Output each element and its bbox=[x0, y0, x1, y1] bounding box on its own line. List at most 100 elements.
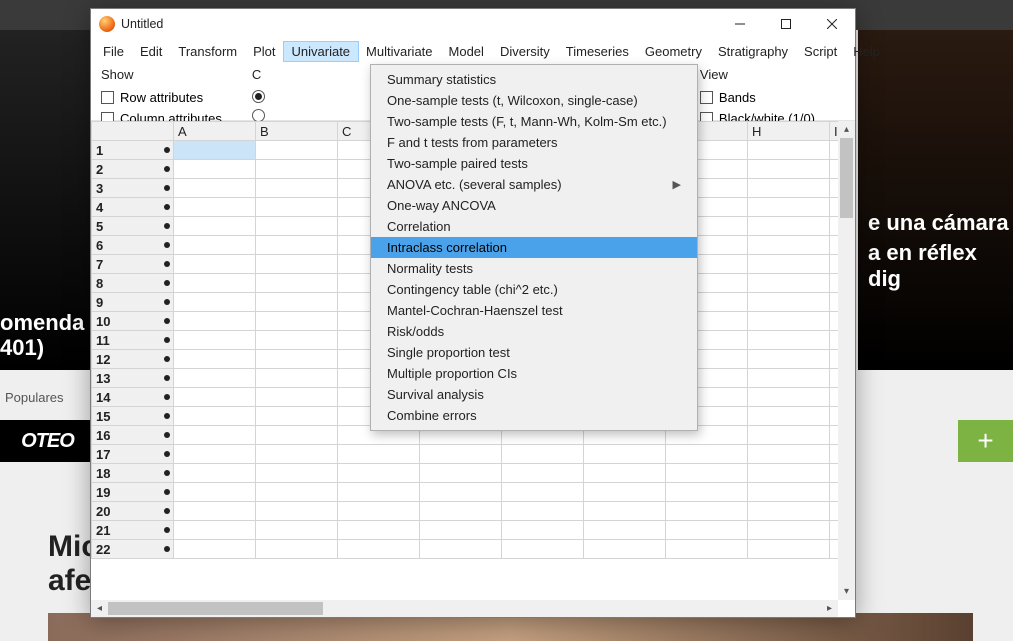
menu-item[interactable]: Two-sample tests (F, t, Mann-Wh, Kolm-Sm… bbox=[371, 111, 697, 132]
titlebar[interactable]: Untitled bbox=[91, 9, 855, 39]
row-header[interactable]: 13 bbox=[92, 369, 174, 388]
menu-item[interactable]: Normality tests bbox=[371, 258, 697, 279]
row-header[interactable]: 21 bbox=[92, 521, 174, 540]
menu-multivariate[interactable]: Multivariate bbox=[358, 42, 440, 61]
column-header[interactable]: B bbox=[256, 122, 338, 141]
row-header[interactable]: 15 bbox=[92, 407, 174, 426]
menu-item[interactable]: Summary statistics bbox=[371, 69, 697, 90]
bg-add-button[interactable]: + bbox=[958, 420, 1013, 462]
horizontal-scrollbar[interactable]: ◂ ▸ bbox=[91, 600, 838, 617]
checkbox-bands[interactable]: Bands bbox=[700, 90, 815, 105]
cell[interactable] bbox=[748, 540, 830, 559]
cell[interactable] bbox=[174, 426, 256, 445]
row-header[interactable]: 6 bbox=[92, 236, 174, 255]
cell[interactable] bbox=[174, 179, 256, 198]
cell[interactable] bbox=[256, 369, 338, 388]
cell[interactable] bbox=[174, 388, 256, 407]
menu-item[interactable]: F and t tests from parameters bbox=[371, 132, 697, 153]
cell[interactable] bbox=[666, 483, 748, 502]
cell[interactable] bbox=[174, 502, 256, 521]
cell[interactable] bbox=[748, 445, 830, 464]
cell[interactable] bbox=[174, 236, 256, 255]
cell[interactable] bbox=[256, 540, 338, 559]
cell[interactable] bbox=[748, 426, 830, 445]
cell[interactable] bbox=[256, 160, 338, 179]
cell[interactable] bbox=[256, 293, 338, 312]
cell[interactable] bbox=[256, 521, 338, 540]
row-header[interactable]: 19 bbox=[92, 483, 174, 502]
row-header[interactable]: 9 bbox=[92, 293, 174, 312]
cell[interactable] bbox=[338, 445, 420, 464]
cell[interactable] bbox=[748, 293, 830, 312]
cell[interactable] bbox=[256, 426, 338, 445]
column-header[interactable]: A bbox=[174, 122, 256, 141]
menu-item[interactable]: Risk/odds bbox=[371, 321, 697, 342]
scroll-track[interactable] bbox=[108, 600, 821, 617]
row-header[interactable]: 1 bbox=[92, 141, 174, 160]
cell[interactable] bbox=[256, 312, 338, 331]
cell[interactable] bbox=[666, 502, 748, 521]
row-header[interactable]: 18 bbox=[92, 464, 174, 483]
row-header[interactable]: 3 bbox=[92, 179, 174, 198]
row-header[interactable]: 8 bbox=[92, 274, 174, 293]
cell[interactable] bbox=[174, 293, 256, 312]
cell[interactable] bbox=[748, 502, 830, 521]
menu-item[interactable]: ANOVA etc. (several samples)▶ bbox=[371, 174, 697, 195]
cell[interactable] bbox=[174, 255, 256, 274]
cell[interactable] bbox=[748, 255, 830, 274]
cell[interactable] bbox=[666, 540, 748, 559]
menu-stratigraphy[interactable]: Stratigraphy bbox=[710, 42, 796, 61]
cell[interactable] bbox=[256, 198, 338, 217]
scroll-left-icon[interactable]: ◂ bbox=[91, 603, 108, 614]
cell[interactable] bbox=[174, 198, 256, 217]
menu-timeseries[interactable]: Timeseries bbox=[558, 42, 637, 61]
cell[interactable] bbox=[584, 445, 666, 464]
menu-item[interactable]: Survival analysis bbox=[371, 384, 697, 405]
menu-geometry[interactable]: Geometry bbox=[637, 42, 710, 61]
cell[interactable] bbox=[502, 464, 584, 483]
row-header[interactable]: 22 bbox=[92, 540, 174, 559]
cell[interactable] bbox=[420, 445, 502, 464]
cell[interactable] bbox=[174, 160, 256, 179]
menu-item[interactable]: One-sample tests (t, Wilcoxon, single-ca… bbox=[371, 90, 697, 111]
cell[interactable] bbox=[256, 331, 338, 350]
cell[interactable] bbox=[748, 483, 830, 502]
cell[interactable] bbox=[748, 160, 830, 179]
row-header[interactable]: 20 bbox=[92, 502, 174, 521]
row-header[interactable]: 17 bbox=[92, 445, 174, 464]
row-header[interactable]: 5 bbox=[92, 217, 174, 236]
cell[interactable] bbox=[338, 540, 420, 559]
cell[interactable] bbox=[256, 255, 338, 274]
cell[interactable] bbox=[338, 483, 420, 502]
radio-option-1[interactable] bbox=[252, 90, 276, 103]
cell[interactable] bbox=[584, 464, 666, 483]
cell[interactable] bbox=[256, 179, 338, 198]
cell[interactable] bbox=[748, 236, 830, 255]
cell[interactable] bbox=[584, 483, 666, 502]
cell[interactable] bbox=[584, 502, 666, 521]
cell[interactable] bbox=[666, 464, 748, 483]
cell[interactable] bbox=[174, 331, 256, 350]
cell[interactable] bbox=[666, 445, 748, 464]
cell[interactable] bbox=[174, 445, 256, 464]
cell[interactable] bbox=[256, 502, 338, 521]
cell[interactable] bbox=[748, 369, 830, 388]
menu-item[interactable]: Correlation bbox=[371, 216, 697, 237]
menu-item[interactable]: Mantel-Cochran-Haenszel test bbox=[371, 300, 697, 321]
cell[interactable] bbox=[174, 369, 256, 388]
cell[interactable] bbox=[748, 198, 830, 217]
scroll-thumb[interactable] bbox=[840, 138, 853, 218]
row-header[interactable]: 10 bbox=[92, 312, 174, 331]
cell[interactable] bbox=[174, 483, 256, 502]
cell[interactable] bbox=[256, 141, 338, 160]
cell[interactable] bbox=[338, 502, 420, 521]
cell[interactable] bbox=[256, 464, 338, 483]
scroll-thumb[interactable] bbox=[108, 602, 323, 615]
cell[interactable] bbox=[256, 350, 338, 369]
menu-item[interactable]: Multiple proportion CIs bbox=[371, 363, 697, 384]
menu-plot[interactable]: Plot bbox=[245, 42, 283, 61]
cell[interactable] bbox=[748, 350, 830, 369]
menu-model[interactable]: Model bbox=[441, 42, 492, 61]
cell[interactable] bbox=[174, 464, 256, 483]
row-header[interactable]: 7 bbox=[92, 255, 174, 274]
